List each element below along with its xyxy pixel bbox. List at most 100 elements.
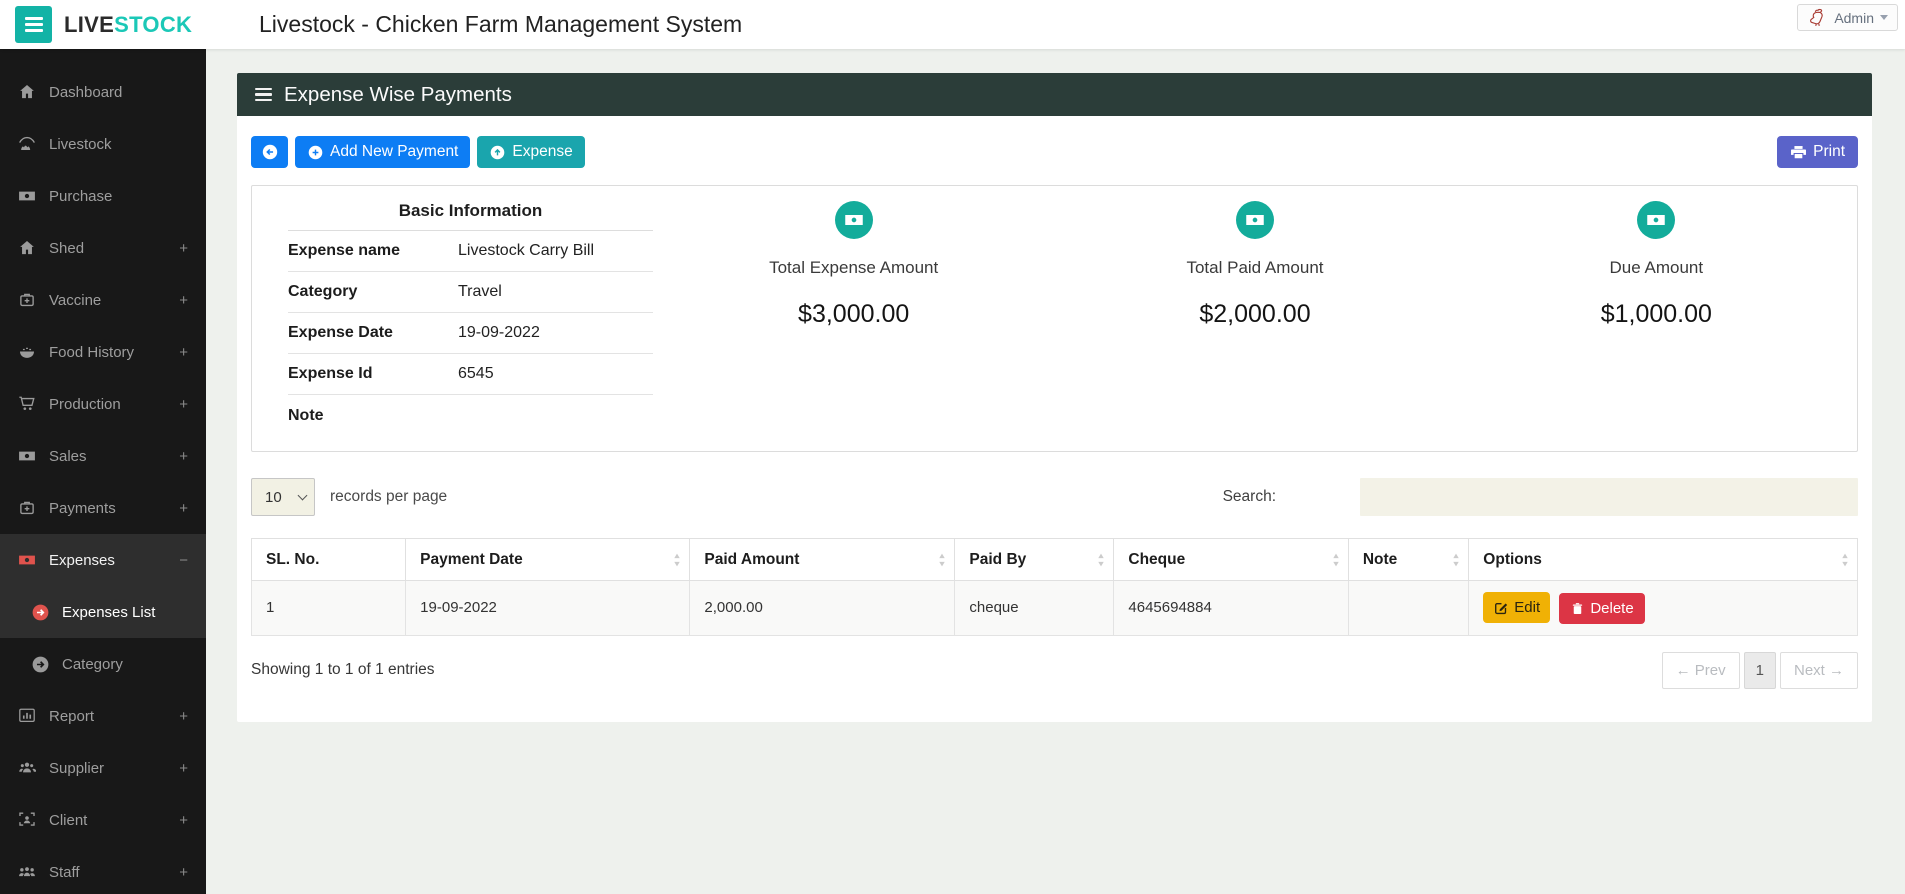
users-icon bbox=[18, 759, 36, 777]
edit-button[interactable]: Edit bbox=[1483, 592, 1551, 623]
sidebar-item-sales[interactable]: Sales + bbox=[0, 430, 206, 482]
prev-page-button[interactable]: ← Prev bbox=[1661, 651, 1740, 689]
sort-icon bbox=[939, 553, 946, 566]
topbar: LIVESTOCK Livestock - Chicken Farm Manag… bbox=[0, 0, 1905, 49]
cell-cheque: 4645694884 bbox=[1113, 580, 1349, 636]
table-row: 1 19-09-2022 2,000.00 cheque 4645694884 … bbox=[250, 580, 1858, 636]
app-title: Livestock - Chicken Farm Management Syst… bbox=[259, 11, 743, 37]
info-row-expense-id: Expense Id 6545 bbox=[288, 354, 653, 395]
total-paid-card: Total Paid Amount $2,000.00 bbox=[1054, 201, 1455, 451]
sidebar-item-livestock[interactable]: Livestock bbox=[0, 118, 206, 170]
info-row-expense-name: Expense name Livestock Carry Bill bbox=[288, 231, 653, 272]
logo-zone: LIVESTOCK bbox=[0, 6, 206, 43]
add-new-payment-button[interactable]: Add New Payment bbox=[295, 136, 471, 168]
sidebar: Dashboard Livestock Purchase Shed + Vacc… bbox=[0, 49, 206, 894]
money-icon bbox=[1637, 201, 1676, 239]
edit-pencil-icon bbox=[1495, 602, 1508, 614]
money-icon bbox=[18, 187, 36, 205]
staff-users-icon bbox=[18, 863, 36, 881]
menu-toggle-button[interactable] bbox=[15, 6, 52, 43]
page-1-button[interactable]: 1 bbox=[1743, 651, 1776, 689]
main-content: Expense Wise Payments Add New Payment Ex… bbox=[206, 49, 1905, 894]
column-header-payment-date[interactable]: Payment Date bbox=[405, 538, 691, 581]
print-button[interactable]: Print bbox=[1777, 136, 1858, 168]
sidebar-item-expenses-list[interactable]: Expenses List bbox=[0, 586, 206, 638]
sidebar-item-vaccine[interactable]: Vaccine + bbox=[0, 274, 206, 326]
column-header-paid-by[interactable]: Paid By bbox=[954, 538, 1115, 581]
records-per-page-label: records per page bbox=[330, 488, 448, 505]
sort-icon bbox=[1098, 553, 1105, 566]
total-expense-amount: $3,000.00 bbox=[798, 300, 910, 328]
table-footer: Showing 1 to 1 of 1 entries ← Prev 1 Nex… bbox=[251, 651, 1858, 689]
table-controls: 10 records per page Search: bbox=[251, 478, 1858, 516]
sidebar-item-report[interactable]: Report + bbox=[0, 690, 206, 742]
expense-button[interactable]: Expense bbox=[477, 136, 585, 168]
sidebar-item-production[interactable]: Production + bbox=[0, 378, 206, 430]
next-page-button[interactable]: Next → bbox=[1779, 651, 1858, 689]
cell-payment-date: 19-09-2022 bbox=[405, 580, 691, 636]
money-icon bbox=[834, 201, 873, 239]
admin-dropdown[interactable]: Admin bbox=[1797, 4, 1898, 31]
records-per-page-select[interactable]: 10 bbox=[251, 478, 315, 516]
hens-icon bbox=[18, 135, 36, 153]
cart-icon bbox=[18, 395, 36, 413]
entries-info: Showing 1 to 1 of 1 entries bbox=[251, 661, 435, 678]
sidebar-item-client[interactable]: Client + bbox=[0, 794, 206, 846]
medkit-icon bbox=[18, 291, 36, 309]
sidebar-item-purchase[interactable]: Purchase bbox=[0, 170, 206, 222]
panel-header: Expense Wise Payments bbox=[237, 73, 1872, 116]
chart-icon bbox=[18, 707, 36, 725]
expense-wise-payments-panel: Expense Wise Payments Add New Payment Ex… bbox=[237, 73, 1872, 722]
panel-menu-icon bbox=[255, 87, 272, 102]
info-row-note: Note bbox=[288, 406, 324, 424]
plus-circle-icon bbox=[308, 145, 323, 159]
client-users-icon bbox=[18, 811, 36, 829]
expense-info-box: Basic Information Expense name Livestock… bbox=[251, 185, 1858, 452]
printer-icon bbox=[1791, 145, 1807, 159]
cell-note bbox=[1347, 580, 1470, 636]
delete-button[interactable]: Delete bbox=[1559, 592, 1645, 624]
column-header-options[interactable]: Options bbox=[1468, 538, 1858, 581]
arrow-up-circle-icon bbox=[491, 145, 505, 159]
sidebar-item-category[interactable]: Category bbox=[0, 638, 206, 690]
sidebar-item-expenses[interactable]: Expenses − bbox=[0, 534, 206, 586]
sort-icon bbox=[674, 553, 681, 566]
admin-label: Admin bbox=[1834, 9, 1874, 26]
basic-information: Basic Information Expense name Livestock… bbox=[252, 186, 653, 451]
sort-icon bbox=[1453, 553, 1460, 566]
column-header-note[interactable]: Note bbox=[1347, 538, 1470, 581]
food-bowl-icon bbox=[18, 343, 36, 361]
panel-title: Expense Wise Payments bbox=[284, 82, 512, 106]
cell-paid-by: cheque bbox=[954, 580, 1115, 636]
sidebar-item-staff[interactable]: Staff + bbox=[0, 846, 206, 894]
trash-icon bbox=[1573, 602, 1583, 614]
money-icon bbox=[18, 551, 36, 569]
arrow-circle-icon bbox=[32, 604, 49, 620]
rooster-icon bbox=[1810, 8, 1823, 26]
app-window: LIVESTOCK Livestock - Chicken Farm Manag… bbox=[0, 0, 1905, 894]
toolbar: Add New Payment Expense Print bbox=[251, 116, 1858, 168]
caret-down-icon bbox=[1880, 15, 1888, 20]
sidebar-item-food-history[interactable]: Food History + bbox=[0, 326, 206, 378]
basic-information-title: Basic Information bbox=[288, 194, 653, 231]
brand-stock: STOCK bbox=[114, 11, 193, 37]
back-button[interactable] bbox=[251, 136, 288, 168]
sort-icon bbox=[1842, 553, 1848, 566]
home-icon bbox=[18, 83, 36, 101]
cell-options: Edit Delete bbox=[1468, 580, 1858, 636]
search-input[interactable] bbox=[1360, 478, 1858, 516]
column-header-cheque[interactable]: Cheque bbox=[1113, 538, 1349, 581]
sidebar-item-supplier[interactable]: Supplier + bbox=[0, 742, 206, 794]
sidebar-item-payments[interactable]: Payments + bbox=[0, 482, 206, 534]
pagination: ← Prev 1 Next → bbox=[1661, 651, 1858, 689]
summary-cards: Total Expense Amount $3,000.00 Total Pai… bbox=[653, 186, 1857, 451]
cell-paid-amount: 2,000.00 bbox=[689, 580, 956, 636]
sidebar-item-shed[interactable]: Shed + bbox=[0, 222, 206, 274]
column-header-sl-no[interactable]: SL. No. bbox=[250, 538, 407, 581]
money-icon bbox=[18, 447, 36, 465]
sidebar-item-dashboard[interactable]: Dashboard bbox=[0, 66, 206, 118]
column-header-paid-amount[interactable]: Paid Amount bbox=[689, 538, 956, 581]
medkit-icon bbox=[18, 499, 36, 517]
payments-table: SL. No. Payment Date Paid Amount Paid By… bbox=[250, 538, 1858, 636]
cell-sl-no: 1 bbox=[250, 580, 407, 636]
